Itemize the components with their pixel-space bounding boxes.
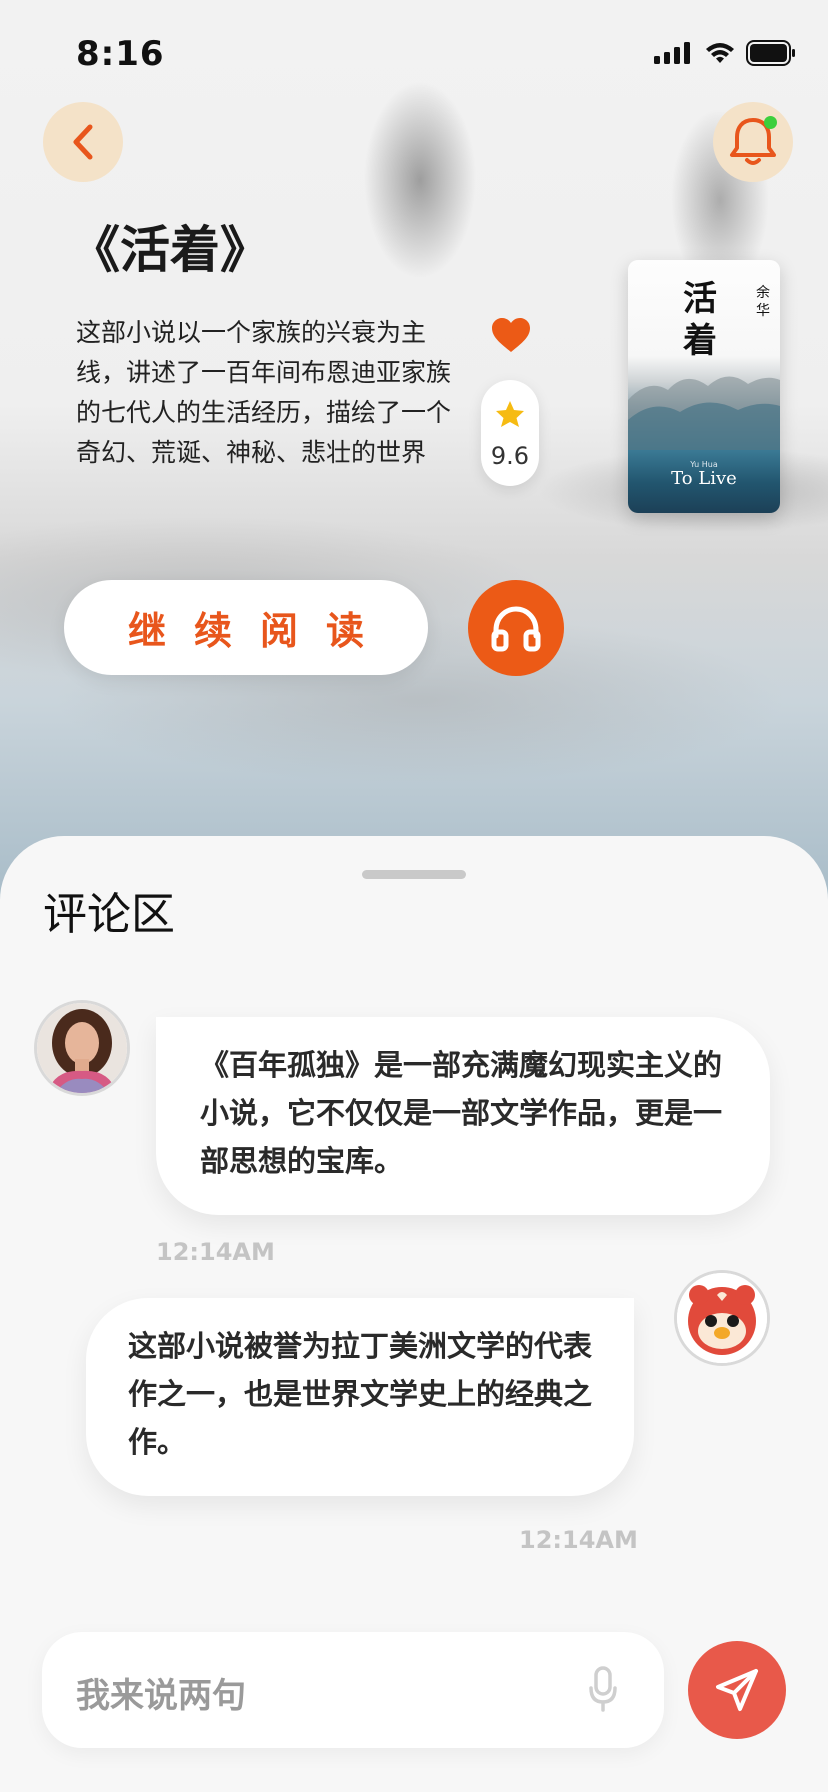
signal-icon: [654, 42, 690, 64]
listen-button[interactable]: [468, 580, 564, 676]
back-button[interactable]: [43, 102, 123, 182]
chevron-left-icon: [73, 124, 93, 160]
comment-time: 12:14AM: [519, 1526, 638, 1554]
cover-english-title: To Live: [671, 468, 737, 489]
comment-input-placeholder: 我来说两句: [76, 1676, 246, 1716]
drag-handle[interactable]: [362, 870, 466, 879]
status-time: 8:16: [76, 34, 165, 74]
send-icon: [716, 1669, 758, 1711]
book-cover[interactable]: 活着 余华 Yu Hua To Live: [628, 260, 780, 513]
comment-bubble: 这部小说被誉为拉丁美洲文学的代表作之一，也是世界文学史上的经典之作。: [86, 1298, 634, 1496]
heart-icon: [492, 318, 530, 352]
comment-time: 12:14AM: [156, 1238, 275, 1266]
cover-author: 余华: [756, 285, 770, 319]
comment-bubble: 《百年孤独》是一部充满魔幻现实主义的小说，它不仅仅是一部文学作品，更是一部思想的…: [156, 1017, 770, 1215]
comments-title: 评论区: [43, 889, 175, 940]
send-button[interactable]: [688, 1641, 786, 1739]
star-icon: [496, 401, 524, 427]
rating-badge: 9.6: [481, 380, 539, 486]
avatar[interactable]: [674, 1270, 770, 1366]
book-description: 这部小说以一个家族的兴衰为主线，讲述了一百年间布恩迪亚家族的七代人的生活经历，描…: [76, 318, 452, 467]
headphones-icon: [491, 606, 541, 652]
favorite-button[interactable]: [490, 316, 532, 358]
microphone-icon[interactable]: [588, 1666, 618, 1712]
status-bar: 8:16: [0, 30, 828, 80]
user-avatar-woman: [37, 1003, 127, 1093]
notification-dot: [764, 116, 777, 129]
continue-reading-button[interactable]: 继续阅读: [64, 580, 428, 675]
mascot-avatar: [677, 1273, 767, 1363]
notification-button[interactable]: [713, 102, 793, 182]
battery-icon: [746, 40, 795, 66]
rating-score: 9.6: [490, 442, 530, 470]
wifi-icon: [706, 43, 734, 63]
avatar[interactable]: [34, 1000, 130, 1096]
book-title: 《活着》: [70, 221, 270, 279]
comment-input[interactable]: 我来说两句: [42, 1632, 664, 1748]
ink-mountain-illustration: [628, 376, 780, 450]
status-icons: [654, 40, 796, 66]
cover-title: 活着: [683, 279, 717, 361]
